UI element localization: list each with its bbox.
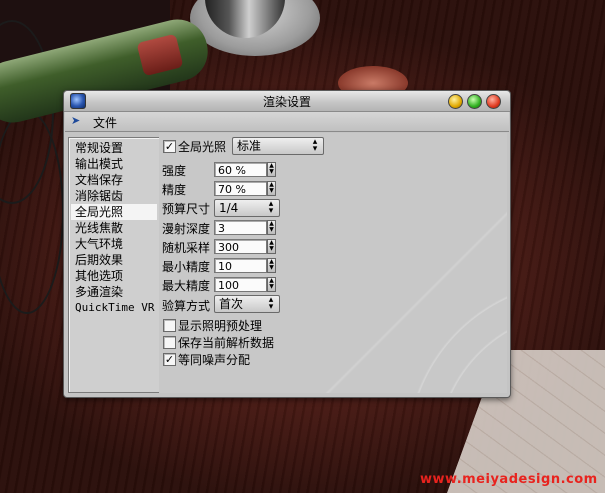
menu-bar: ➤ 文件 bbox=[65, 112, 509, 132]
minimize-button[interactable] bbox=[448, 94, 463, 109]
nav-item-quicktime-vr[interactable]: QuickTime VR bbox=[71, 300, 157, 316]
check-method-value: 首次 bbox=[219, 297, 244, 311]
diffuse-depth-label: 漫射深度 bbox=[162, 222, 211, 236]
stochastic-samples-field[interactable]: 300 bbox=[214, 239, 267, 254]
stochastic-samples-stepper[interactable]: ▲ ▼ bbox=[267, 239, 276, 254]
nav-item-environment[interactable]: 大气环境 bbox=[71, 236, 157, 252]
watermark-text: www.meiyadesign.com bbox=[420, 472, 598, 487]
prepass-size-dropdown[interactable]: 1/4 ▴ ▾ bbox=[214, 199, 280, 217]
min-accuracy-stepper[interactable]: ▲ ▼ bbox=[267, 258, 276, 273]
check-method-label: 验算方式 bbox=[162, 299, 211, 313]
show-prepass-checkbox[interactable] bbox=[163, 319, 176, 332]
dropdown-arrows-icon: ▴ ▾ bbox=[268, 199, 274, 216]
intensity-label: 强度 bbox=[162, 164, 187, 178]
maximize-button[interactable] bbox=[467, 94, 482, 109]
gi-mode-dropdown[interactable]: 标准 ▴ ▾ bbox=[232, 137, 324, 155]
prepass-size-value: 1/4 bbox=[219, 201, 239, 215]
menu-file[interactable]: 文件 bbox=[93, 114, 117, 131]
accuracy-label: 精度 bbox=[162, 183, 187, 197]
settings-nav: 常规设置 输出模式 文档保存 消除锯齿 全局光照 光线焦散 大气环境 后期效果 … bbox=[68, 137, 160, 393]
nav-item-options[interactable]: 其他选项 bbox=[71, 268, 157, 284]
noise-distribution-label: 等同噪声分配 bbox=[178, 353, 251, 367]
save-solution-label: 保存当前解析数据 bbox=[178, 336, 275, 350]
accuracy-stepper[interactable]: ▲ ▼ bbox=[267, 181, 276, 196]
show-prepass-label: 显示照明预处理 bbox=[178, 319, 263, 333]
intensity-field[interactable]: 60 % bbox=[214, 162, 267, 177]
intensity-stepper[interactable]: ▲ ▼ bbox=[267, 162, 276, 177]
window-title: 渲染设置 bbox=[262, 95, 311, 109]
accuracy-field[interactable]: 70 % bbox=[214, 181, 267, 196]
dropdown-arrows-icon: ▴ ▾ bbox=[312, 137, 318, 154]
gi-enable-label: 全局光照 bbox=[178, 140, 227, 154]
render-settings-dialog: 渲染设置 ➤ 文件 常规设置 输出模式 文档保存 消除锯齿 全局光照 光线焦散 … bbox=[63, 90, 511, 398]
save-solution-checkbox[interactable] bbox=[163, 336, 176, 349]
nav-item-antialiasing[interactable]: 消除锯齿 bbox=[71, 188, 157, 204]
nav-item-general[interactable]: 常规设置 bbox=[71, 140, 157, 156]
gi-enable-checkbox[interactable]: ✓ bbox=[163, 140, 176, 153]
diffuse-depth-field[interactable]: 3 bbox=[214, 220, 267, 235]
dropdown-arrows-icon: ▴ ▾ bbox=[268, 295, 274, 312]
stochastic-samples-label: 随机采样 bbox=[162, 241, 211, 255]
menu-arrow-icon: ➤ bbox=[71, 114, 81, 127]
prepass-size-label: 预算尺寸 bbox=[162, 202, 211, 216]
check-method-dropdown[interactable]: 首次 ▴ ▾ bbox=[214, 295, 280, 313]
nav-item-output[interactable]: 输出模式 bbox=[71, 156, 157, 172]
max-accuracy-label: 最大精度 bbox=[162, 279, 211, 293]
min-accuracy-label: 最小精度 bbox=[162, 260, 211, 274]
close-button[interactable] bbox=[486, 94, 501, 109]
nav-item-caustics[interactable]: 光线焦散 bbox=[71, 220, 157, 236]
noise-distribution-checkbox[interactable]: ✓ bbox=[163, 353, 176, 366]
gi-settings-panel: ✓ 全局光照 标准 ▴ ▾ 强度 60 % ▲ ▼ 精度 70 % ▲ ▼ 预算尺寸 … bbox=[159, 133, 507, 393]
title-bar[interactable]: 渲染设置 bbox=[64, 91, 510, 112]
nav-item-global-illumination[interactable]: 全局光照 bbox=[71, 204, 157, 220]
nav-item-save[interactable]: 文档保存 bbox=[71, 172, 157, 188]
nav-item-effects[interactable]: 后期效果 bbox=[71, 252, 157, 268]
diffuse-depth-stepper[interactable]: ▲ ▼ bbox=[267, 220, 276, 235]
min-accuracy-field[interactable]: 10 bbox=[214, 258, 267, 273]
nav-item-multipass[interactable]: 多通渲染 bbox=[71, 284, 157, 300]
gi-mode-value: 标准 bbox=[237, 139, 262, 153]
max-accuracy-stepper[interactable]: ▲ ▼ bbox=[267, 277, 276, 292]
max-accuracy-field[interactable]: 100 bbox=[214, 277, 267, 292]
